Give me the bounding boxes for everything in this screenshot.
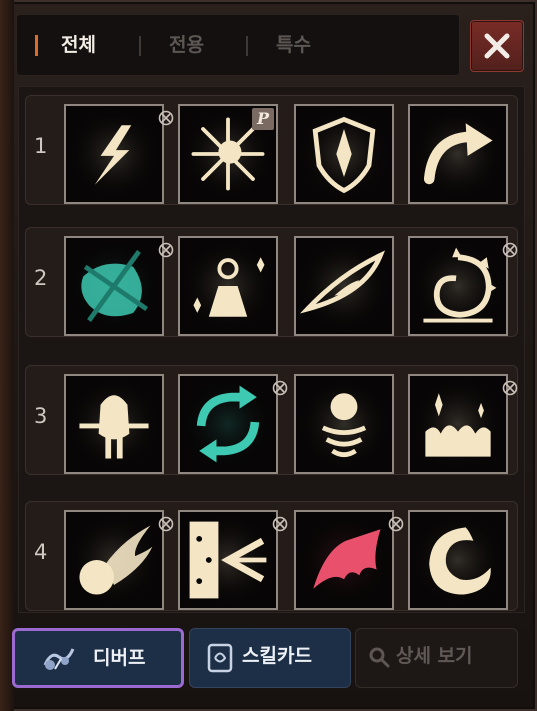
skill-slot[interactable]: [178, 374, 288, 474]
skill-slot[interactable]: [294, 104, 394, 204]
debuff-button[interactable]: 디버프: [12, 628, 184, 688]
skill-slot[interactable]: [64, 374, 164, 474]
skill-card-button[interactable]: 스킬카드: [189, 628, 351, 688]
skill-card-icon: [207, 643, 233, 673]
skill-slot[interactable]: [294, 236, 394, 336]
skill-slot[interactable]: [64, 104, 174, 204]
skill-slot[interactable]: [64, 236, 174, 336]
crescent-swirl-icon: [410, 512, 506, 608]
close-button[interactable]: [470, 20, 524, 72]
skill-row: 3: [25, 365, 518, 475]
crossed-leaf-icon: [66, 238, 162, 334]
curved-arrow-icon: [410, 106, 506, 202]
search-icon: [369, 647, 390, 668]
skill-card-label: 스킬카드: [242, 645, 312, 667]
tab-separator: [139, 36, 141, 56]
tab-exclusive[interactable]: 전용: [169, 15, 204, 75]
skill-slot[interactable]: [408, 374, 518, 474]
tab-special[interactable]: 특수: [276, 15, 311, 75]
skill-slot[interactable]: [408, 510, 508, 610]
anvil-sparkle-icon: [180, 238, 276, 334]
row-number: 1: [34, 134, 48, 158]
skill-row: 1 P: [25, 95, 518, 205]
skill-slot[interactable]: P: [178, 104, 278, 204]
row-number: 2: [34, 266, 48, 290]
skill-slot[interactable]: [64, 510, 174, 610]
dragon-eye-icon: [296, 238, 392, 334]
helmet-knight-icon: [66, 376, 162, 472]
skill-row: 2: [25, 227, 518, 337]
row-number: 4: [34, 540, 48, 564]
active-tab-indicator: [35, 35, 38, 56]
door-arrow-icon: [180, 512, 276, 608]
row-number: 3: [34, 404, 48, 428]
tab-separator: [246, 36, 248, 56]
skill-slot[interactable]: [178, 510, 288, 610]
fireball-icon: [66, 512, 162, 608]
lightning-bolt-icon: [66, 106, 162, 202]
spiked-swirl-icon: [410, 238, 506, 334]
orb-coil-icon: [296, 376, 392, 472]
passive-badge: P: [252, 108, 274, 130]
skill-slot[interactable]: [408, 236, 518, 336]
background-edge: [0, 0, 14, 711]
skill-slot[interactable]: [294, 510, 404, 610]
detail-view-button[interactable]: 상세 보기: [355, 628, 518, 688]
skill-slot[interactable]: [178, 236, 278, 336]
skill-slot[interactable]: [408, 104, 508, 204]
cycle-arrows-icon: [180, 376, 276, 472]
sparkle-fire-icon: [410, 376, 506, 472]
close-icon: [484, 33, 510, 59]
bat-wing-icon: [296, 512, 392, 608]
debuff-icon: [43, 648, 75, 670]
debuff-label: 디버프: [93, 647, 146, 669]
skill-grid-panel: 1 P 2 3 4: [18, 86, 525, 613]
detail-view-label: 상세 보기: [396, 645, 473, 667]
tab-all[interactable]: 전체: [61, 15, 96, 75]
skill-row: 4: [25, 501, 518, 611]
skill-slot[interactable]: [294, 374, 394, 474]
shield-icon: [296, 106, 392, 202]
tab-bar: 전체 전용 특수: [16, 14, 460, 76]
